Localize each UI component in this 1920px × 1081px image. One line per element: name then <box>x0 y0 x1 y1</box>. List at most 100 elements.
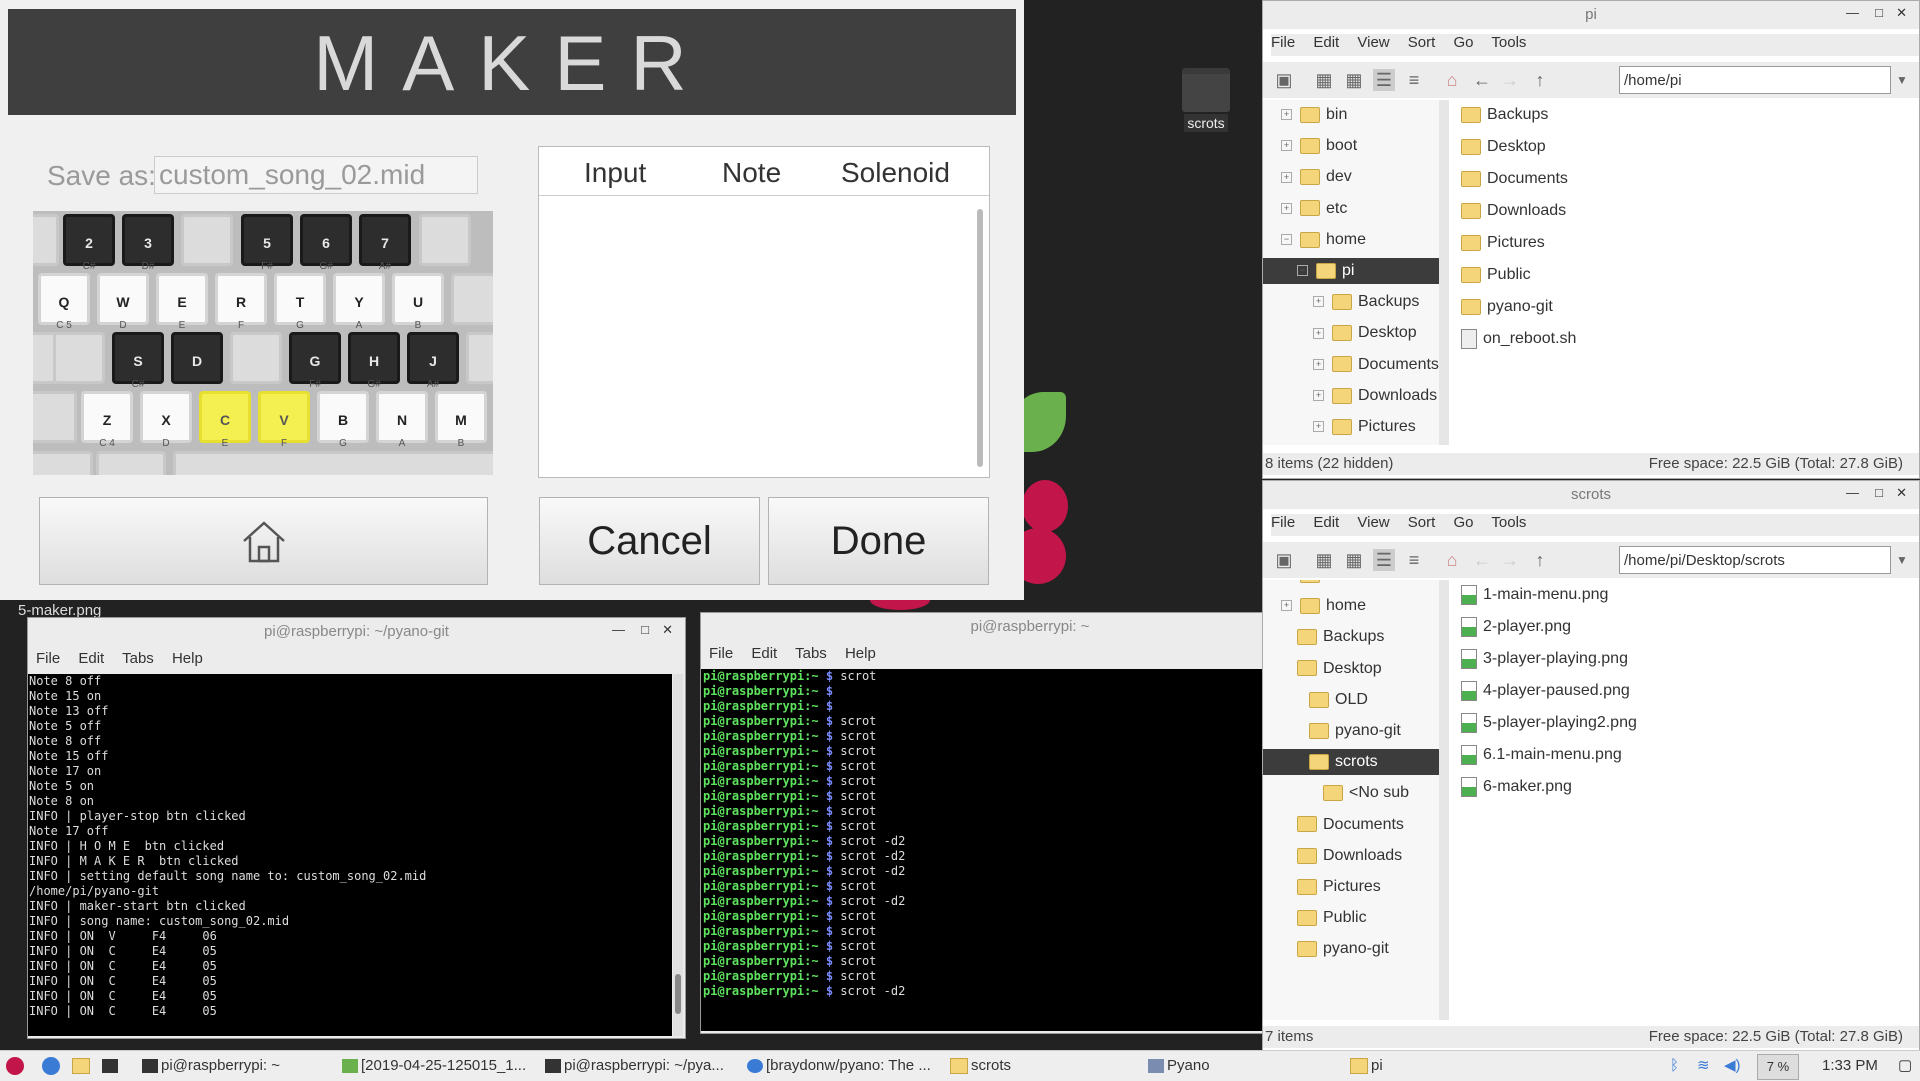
desktop-folder-scrots[interactable]: scrots <box>1178 68 1234 140</box>
tree-item[interactable]: Downloads <box>1263 843 1439 869</box>
file-item[interactable]: Pictures <box>1461 230 1545 256</box>
maximize-button[interactable]: □ <box>641 622 649 637</box>
keyboard-key[interactable] <box>419 214 471 266</box>
expander-icon[interactable]: + <box>1281 203 1292 214</box>
keyboard-key[interactable]: 3 <box>122 214 174 266</box>
keyboard-key[interactable] <box>33 451 93 475</box>
thumbnail-view-icon[interactable]: ▦ <box>1343 549 1365 571</box>
browser-launcher-icon[interactable] <box>42 1054 66 1078</box>
keyboard-key[interactable]: 7 <box>359 214 411 266</box>
icon-view-icon[interactable]: ▦ <box>1313 549 1335 571</box>
menu-sort[interactable]: Sort <box>1408 514 1436 531</box>
taskbar-item-browser[interactable]: [braydonw/pyano: The ... <box>747 1054 945 1078</box>
forward-icon[interactable]: → <box>1499 549 1521 571</box>
keyboard-key[interactable] <box>33 391 77 443</box>
menu-view[interactable]: View <box>1357 514 1389 531</box>
menu-go[interactable]: Go <box>1453 34 1473 51</box>
keyboard-key[interactable]: D <box>171 332 223 384</box>
wifi-icon[interactable]: ≋ <box>1697 1054 1719 1078</box>
tree-item[interactable]: +Downloads <box>1263 383 1439 409</box>
tree-item[interactable]: <No sub <box>1263 780 1439 806</box>
file-item[interactable]: 6-maker.png <box>1461 774 1572 800</box>
keyboard-key[interactable]: C <box>199 391 251 443</box>
keyboard-key[interactable]: J <box>407 332 459 384</box>
tree-scrollbar[interactable] <box>1439 580 1449 1020</box>
file-item[interactable]: 3-player-playing.png <box>1461 646 1628 672</box>
up-icon[interactable]: ↑ <box>1529 549 1551 571</box>
menu-edit[interactable]: Edit <box>751 645 777 662</box>
close-button[interactable]: ✕ <box>1896 5 1907 21</box>
tree-item[interactable]: +boot <box>1263 133 1439 159</box>
keyboard-key[interactable]: Z <box>81 391 133 443</box>
tree-item[interactable]: +Desktop <box>1263 320 1439 346</box>
tree-item[interactable]: Desktop <box>1263 656 1439 682</box>
keyboard-key[interactable]: T <box>274 273 326 325</box>
menu-help[interactable]: Help <box>845 645 876 662</box>
tree-item[interactable]: Documents <box>1263 812 1439 838</box>
keyboard-key[interactable]: S <box>112 332 164 384</box>
tree-item[interactable]: Backups <box>1263 624 1439 650</box>
eject-icon[interactable]: ▢ <box>1898 1054 1914 1078</box>
keyboard-key[interactable]: R <box>215 273 267 325</box>
tree-item[interactable]: +Documents <box>1263 352 1439 378</box>
menu-file[interactable]: File <box>1271 34 1295 51</box>
keyboard-key[interactable]: 6 <box>300 214 352 266</box>
menu-tabs[interactable]: Tabs <box>122 650 154 667</box>
back-icon[interactable]: ← <box>1471 69 1493 91</box>
file-item[interactable]: on_reboot.sh <box>1461 326 1576 352</box>
menu-edit[interactable]: Edit <box>1313 34 1339 51</box>
expander-icon[interactable]: + <box>1281 109 1292 120</box>
menu-file[interactable]: File <box>36 650 60 667</box>
keyboard-key[interactable]: 5 <box>241 214 293 266</box>
compact-view-icon[interactable]: ☰ <box>1373 69 1395 91</box>
clock[interactable]: 1:33 PM <box>1822 1054 1892 1078</box>
menu-sort[interactable]: Sort <box>1408 34 1436 51</box>
table-scrollbar[interactable] <box>977 209 983 467</box>
keyboard-key[interactable] <box>96 451 166 475</box>
file-item[interactable]: pyano-git <box>1461 294 1553 320</box>
file-manager-launcher-icon[interactable] <box>72 1054 96 1078</box>
chevron-down-icon[interactable]: ▼ <box>1891 69 1913 91</box>
expander-icon[interactable]: − <box>1281 234 1292 245</box>
menu-edit[interactable]: Edit <box>78 650 104 667</box>
tree-item[interactable]: scrots <box>1263 749 1439 775</box>
keyboard-key[interactable] <box>53 332 105 384</box>
back-icon[interactable]: ← <box>1471 549 1493 571</box>
maximize-button[interactable]: □ <box>1875 5 1883 20</box>
home-button[interactable] <box>39 497 488 585</box>
keyboard-key[interactable] <box>466 332 493 384</box>
keyboard-key[interactable]: H <box>348 332 400 384</box>
taskbar-item-pyano[interactable]: Pyano <box>1148 1054 1338 1078</box>
menu-go[interactable]: Go <box>1453 514 1473 531</box>
taskbar-item-terminal-home[interactable]: pi@raspberrypi: ~ <box>142 1054 332 1078</box>
keyboard-key[interactable]: G <box>289 332 341 384</box>
bluetooth-icon[interactable]: ᛒ <box>1670 1054 1690 1078</box>
menu-file[interactable]: File <box>709 645 733 662</box>
new-window-icon[interactable]: ▣ <box>1273 69 1295 91</box>
keyboard-key[interactable]: Y <box>333 273 385 325</box>
minimize-button[interactable]: — <box>612 622 625 637</box>
expander-icon[interactable]: + <box>1313 359 1324 370</box>
tree-item[interactable]: pyano-git <box>1263 718 1439 744</box>
tree-item[interactable]: pyano-git <box>1263 936 1439 962</box>
tree-item[interactable]: Pictures <box>1263 874 1439 900</box>
file-item[interactable]: 4-player-paused.png <box>1461 678 1630 704</box>
file-item[interactable]: 1-main-menu.png <box>1461 582 1608 608</box>
keyboard-key[interactable]: W <box>97 273 149 325</box>
keyboard-key[interactable]: U <box>392 273 444 325</box>
expander-icon[interactable]: + <box>1313 296 1324 307</box>
taskbar-item-terminal-pyano[interactable]: pi@raspberrypi: ~/pya... <box>545 1054 741 1078</box>
tree-item[interactable]: +Pictures <box>1263 414 1439 440</box>
expander-icon[interactable]: + <box>1313 328 1324 339</box>
saveas-input[interactable] <box>154 156 478 194</box>
raspberry-menu-icon[interactable] <box>6 1054 30 1078</box>
keyboard-key[interactable]: 2 <box>63 214 115 266</box>
file-item[interactable]: Downloads <box>1461 198 1566 224</box>
file-item[interactable]: 5-player-playing2.png <box>1461 710 1637 736</box>
file-item[interactable]: 6.1-main-menu.png <box>1461 742 1622 768</box>
file-item[interactable]: Public <box>1461 262 1531 288</box>
tree-item[interactable]: OLD <box>1263 687 1439 713</box>
file-item[interactable]: 2-player.png <box>1461 614 1571 640</box>
tree-item[interactable]: Public <box>1263 905 1439 931</box>
compact-view-icon[interactable]: ☰ <box>1373 549 1395 571</box>
